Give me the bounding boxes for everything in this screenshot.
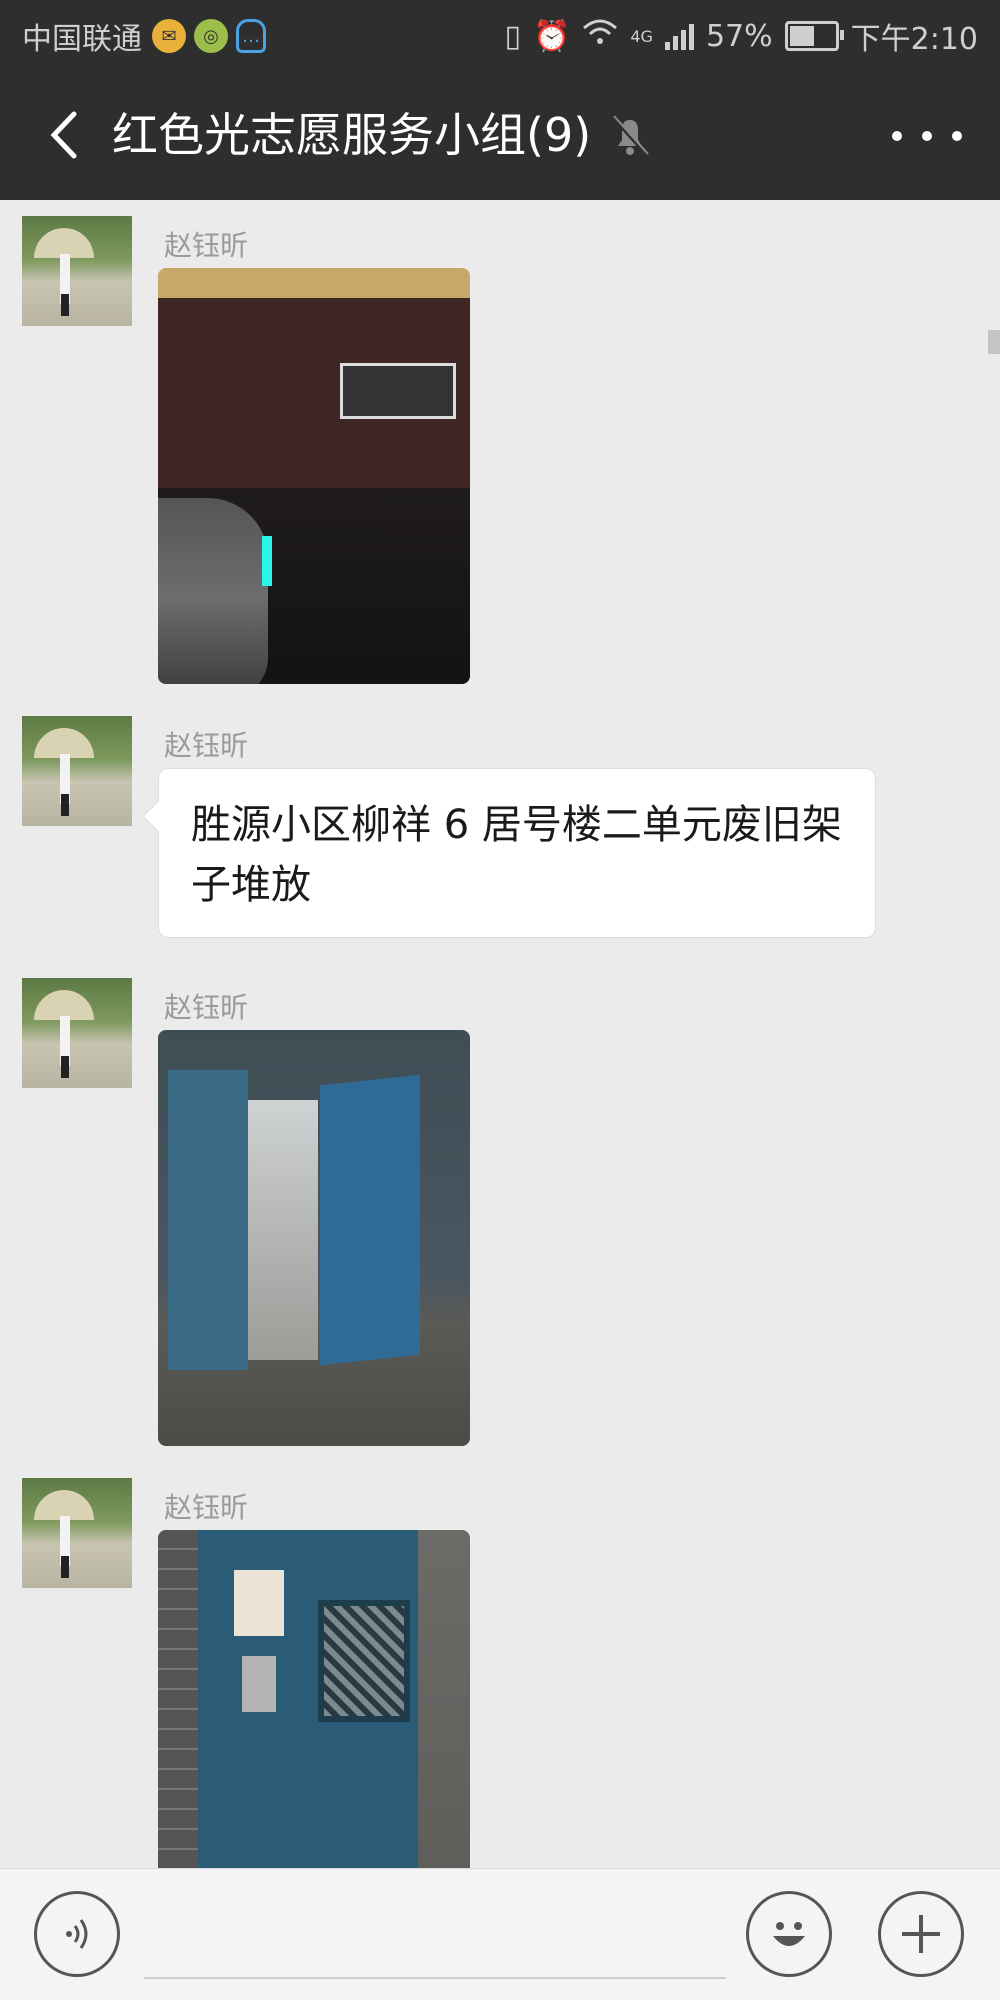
vibrate-icon: ▯ <box>504 18 521 54</box>
avatar[interactable] <box>22 978 132 1088</box>
chat-title: 红色光志愿服务小组(9) <box>112 108 592 162</box>
status-bar: 中国联通 ✉ ◎ … ▯ ⏰ 4G 57% 下午2:10 <box>0 0 1000 70</box>
sender-name: 赵钰昕 <box>164 1491 249 1524</box>
avatar[interactable] <box>22 216 132 326</box>
chevron-left-icon <box>50 111 77 159</box>
carrier-label: 中国联通 <box>22 22 142 57</box>
message-bubble[interactable]: 胜源小区柳祥 6 居号楼二单元废旧架子堆放 <box>158 768 876 938</box>
scrollbar[interactable] <box>988 330 1000 354</box>
message-image[interactable] <box>158 1530 470 1868</box>
status-bar-left: 中国联通 ✉ ◎ … <box>22 14 274 58</box>
alarm-icon: ⏰ <box>533 18 571 54</box>
signal-icon <box>664 22 694 50</box>
emoji-button[interactable] <box>746 1891 832 1977</box>
voice-icon <box>66 1919 88 1949</box>
chat-message-list[interactable]: 赵钰昕 赵钰昕 胜源小区柳祥 6 居号楼二单元废旧架子堆放 赵钰昕 赵钰昕 <box>0 200 1000 1868</box>
sender-name: 赵钰昕 <box>164 229 249 262</box>
more-dots-icon <box>922 131 932 141</box>
bell-off-icon <box>612 115 650 158</box>
notification-message-icon: ✉ <box>152 19 186 53</box>
notification-app-icon: ◎ <box>194 19 228 53</box>
avatar[interactable] <box>22 716 132 826</box>
battery-percent: 57% <box>705 18 773 54</box>
chat-header: 红色光志愿服务小组(9) <box>0 70 1000 200</box>
wifi-icon <box>582 18 618 54</box>
message-text: 胜源小区柳祥 6 居号楼二单元废旧架子堆放 <box>191 802 842 908</box>
sender-name: 赵钰昕 <box>164 729 249 762</box>
more-options-button[interactable] <box>892 108 962 164</box>
message-image[interactable] <box>158 268 470 684</box>
back-button[interactable] <box>30 100 100 170</box>
notification-chat-icon: … <box>236 19 266 53</box>
clock: 下午2:10 <box>850 22 978 57</box>
message-input[interactable] <box>144 1891 726 1979</box>
sender-name: 赵钰昕 <box>164 991 249 1024</box>
emoji-icon <box>773 1922 805 1946</box>
network-type-label: 4G <box>630 26 653 46</box>
status-bar-right: ▯ ⏰ 4G 57% 下午2:10 <box>504 14 978 58</box>
more-dots-icon <box>892 131 902 141</box>
input-bar <box>0 1868 1000 2000</box>
voice-button[interactable] <box>34 1891 120 1977</box>
more-dots-icon <box>952 131 962 141</box>
plus-icon <box>902 1915 940 1953</box>
message-image[interactable] <box>158 1030 470 1446</box>
battery-icon <box>784 21 844 51</box>
more-functions-button[interactable] <box>878 1891 964 1977</box>
avatar[interactable] <box>22 1478 132 1588</box>
